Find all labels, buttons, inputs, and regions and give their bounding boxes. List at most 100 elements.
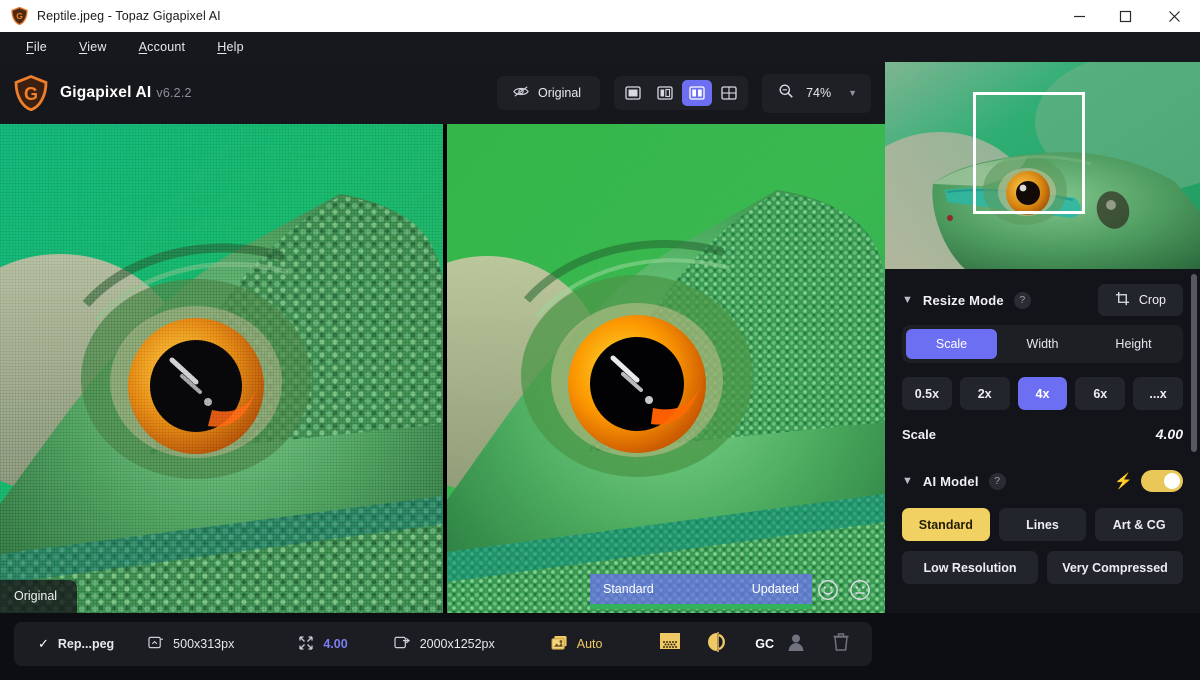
menu-item-view[interactable]: View	[65, 36, 121, 58]
scale-preset-custom[interactable]: ...x	[1133, 377, 1183, 410]
bottom-bar: ✓ Rep...peg 500x313px 4.00 2000x1252px A…	[0, 613, 1200, 680]
brand-name-text: Gigapixel AI	[60, 84, 152, 101]
source-size-item: 500x313px	[148, 635, 234, 653]
gigapixel-shield-icon: G	[11, 6, 28, 26]
resize-mode-section-header[interactable]: ▼ Resize Mode ? Crop	[902, 283, 1183, 317]
mode-value: Auto	[576, 637, 603, 651]
output-size-value: 2000x1252px	[419, 637, 495, 651]
halftone-grid-icon[interactable]	[659, 632, 681, 657]
lightning-bolt-icon: ⚡	[1114, 472, 1133, 490]
title-bar-left: G Reptile.jpeg - Topaz Gigapixel AI	[0, 6, 1056, 26]
view-mode-group	[614, 76, 749, 110]
title-bar: G Reptile.jpeg - Topaz Gigapixel AI	[0, 0, 1200, 32]
zoom-control[interactable]: 74% ▼	[766, 78, 867, 109]
ai-model-section-header[interactable]: ▼ AI Model ? ⚡	[902, 464, 1183, 498]
two-pane-icon[interactable]	[650, 80, 680, 106]
menu-item-help[interactable]: Help	[203, 36, 258, 58]
panel-body: ▼ Resize Mode ? Crop Scale Width Height	[885, 269, 1200, 584]
processing-progress-bar	[590, 604, 812, 609]
trash-icon[interactable]	[832, 632, 850, 657]
eye-off-icon	[513, 85, 529, 101]
original-button[interactable]: Original	[501, 80, 596, 106]
ai-model-row-2: Low Resolution Very Compressed	[902, 551, 1183, 584]
crop-button[interactable]: Crop	[1097, 284, 1183, 316]
ai-model-low-resolution[interactable]: Low Resolution	[902, 551, 1038, 584]
feedback-buttons	[817, 579, 871, 601]
resize-help-icon[interactable]: ?	[1013, 291, 1031, 309]
scale-value[interactable]: 4.00	[1156, 426, 1183, 442]
single-pane-icon[interactable]	[618, 80, 648, 106]
smiley-happy-icon[interactable]	[817, 579, 839, 601]
scale-preset-row: 0.5x 2x 4x 6x ...x	[902, 377, 1183, 410]
ai-model-very-compressed[interactable]: Very Compressed	[1047, 551, 1183, 584]
zoom-value: 74%	[806, 86, 832, 100]
crop-icon	[1115, 291, 1130, 309]
ai-model-title: AI Model	[922, 473, 979, 489]
resize-mode-height[interactable]: Height	[1088, 329, 1179, 359]
sharpening-overlay	[447, 124, 885, 613]
processing-banner: Standard Updated	[590, 574, 812, 604]
svg-text:G: G	[24, 84, 38, 104]
processing-model-label: Standard	[603, 582, 654, 596]
menu-item-file[interactable]: File	[12, 36, 61, 58]
menu-label-file-rest: ile	[33, 40, 47, 54]
app-header: G Gigapixel AI v6.2.2 Original 74% ▼	[0, 62, 885, 124]
ai-model-toggle-wrap: ⚡	[1114, 470, 1183, 492]
navigator-preview[interactable]	[885, 62, 1200, 269]
original-image-pane[interactable]: Original	[0, 124, 443, 613]
scale-preset-6x[interactable]: 6x	[1075, 377, 1126, 410]
header-tools: Original 74% ▼	[497, 73, 871, 113]
menu-label-help-rest: elp	[226, 40, 244, 54]
svg-text:G: G	[16, 11, 23, 21]
auto-image-icon	[551, 635, 568, 654]
ai-model-help-icon[interactable]: ?	[988, 472, 1006, 490]
scale-value-label: Scale	[902, 427, 936, 442]
gc-label: GC	[755, 637, 774, 651]
ai-model-auto-toggle[interactable]	[1141, 470, 1183, 492]
gigapixel-app-window: G Reptile.jpeg - Topaz Gigapixel AI File…	[0, 0, 1200, 680]
ai-model-lines[interactable]: Lines	[998, 508, 1087, 541]
chevron-down-icon[interactable]: ▼	[902, 294, 913, 306]
close-icon[interactable]	[1148, 0, 1200, 32]
smiley-neutral-icon[interactable]	[849, 579, 871, 601]
panel-scrollbar[interactable]	[1191, 274, 1197, 452]
ai-model-art-and-cg[interactable]: Art & CG	[1095, 508, 1184, 541]
resize-mode-scale[interactable]: Scale	[906, 329, 997, 359]
minimize-icon[interactable]	[1056, 0, 1102, 32]
scale-preset-4x[interactable]: 4x	[1017, 377, 1068, 410]
processing-status-label: Updated	[751, 582, 799, 596]
gigapixel-shield-icon: G	[14, 74, 48, 112]
grid-pane-icon[interactable]	[714, 80, 744, 106]
zoom-group: 74% ▼	[762, 73, 871, 113]
ai-model-standard[interactable]: Standard	[902, 508, 990, 541]
mode-item[interactable]: Auto	[551, 635, 603, 654]
split-contrast-icon[interactable]	[707, 631, 729, 657]
scale-preset-2x[interactable]: 2x	[959, 377, 1010, 410]
resize-mode-title: Resize Mode	[922, 292, 1004, 308]
magnifier-icon	[778, 83, 794, 104]
scale-preset-0_5x[interactable]: 0.5x	[902, 377, 952, 410]
menu-label-account-rest: ccount	[147, 40, 186, 54]
file-entry[interactable]: ✓ Rep...peg	[14, 636, 114, 652]
person-silhouette-icon[interactable]	[786, 632, 806, 657]
file-name: Rep...peg	[57, 637, 115, 651]
original-badge: Original	[0, 580, 78, 613]
ai-model-row-1: Standard Lines Art & CG	[902, 508, 1184, 541]
chevron-down-icon[interactable]: ▼	[848, 88, 857, 98]
image-size-icon	[148, 635, 164, 653]
brand: G Gigapixel AI v6.2.2	[14, 74, 192, 112]
original-toggle-group: Original	[497, 76, 601, 110]
source-size-value: 500x313px	[173, 637, 235, 651]
enhanced-image-pane[interactable]: Standard Updated	[447, 124, 885, 613]
maximize-icon[interactable]	[1102, 0, 1148, 32]
resize-arrows-icon	[298, 635, 314, 654]
window-title: Reptile.jpeg - Topaz Gigapixel AI	[37, 9, 221, 23]
right-side-panel: ▼ Resize Mode ? Crop Scale Width Height	[885, 62, 1200, 613]
chevron-down-icon[interactable]: ▼	[902, 475, 913, 487]
side-by-side-icon[interactable]	[682, 80, 713, 106]
check-icon[interactable]: ✓	[38, 636, 49, 652]
menu-item-account[interactable]: Account	[125, 36, 200, 58]
resize-mode-width[interactable]: Width	[997, 329, 1088, 359]
resize-mode-segmented-control: Scale Width Height	[902, 325, 1183, 363]
crop-viewport-rectangle[interactable]	[973, 92, 1085, 214]
